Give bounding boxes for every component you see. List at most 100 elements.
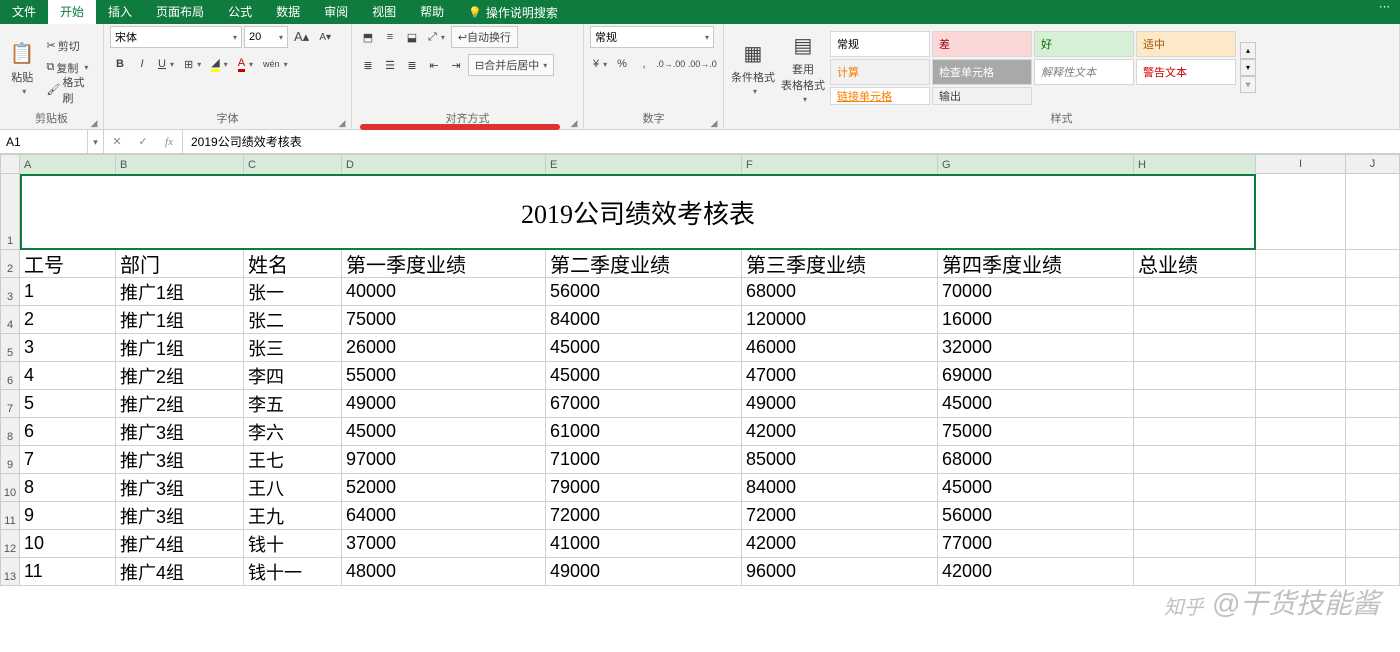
cell[interactable]: 11 [20, 558, 116, 586]
cell[interactable]: 42000 [742, 530, 938, 558]
cell[interactable]: 52000 [342, 474, 546, 502]
cell[interactable]: 推广2组 [116, 390, 244, 418]
cell[interactable]: 61000 [546, 418, 742, 446]
cell[interactable] [1346, 502, 1400, 530]
cell[interactable]: 71000 [546, 446, 742, 474]
cell[interactable]: 2 [20, 306, 116, 334]
cell[interactable] [1346, 474, 1400, 502]
tab-view[interactable]: 视图 [360, 0, 408, 24]
cell[interactable]: 85000 [742, 446, 938, 474]
paste-button[interactable]: 📋 粘贴 ▾ [6, 39, 39, 96]
cell[interactable]: 26000 [342, 334, 546, 362]
row-header-11[interactable]: 11 [0, 502, 20, 530]
select-all-corner[interactable] [0, 154, 20, 174]
gallery-more-button[interactable]: ▿ [1240, 76, 1256, 93]
cell[interactable]: 40000 [342, 278, 546, 306]
cell[interactable] [1134, 306, 1256, 334]
cell[interactable]: 97000 [342, 446, 546, 474]
cell[interactable]: 49000 [742, 390, 938, 418]
cell[interactable] [1134, 390, 1256, 418]
tab-review[interactable]: 审阅 [312, 0, 360, 24]
cell[interactable] [1256, 390, 1346, 418]
cell[interactable]: 推广1组 [116, 306, 244, 334]
col-header-C[interactable]: C [244, 154, 342, 176]
fill-color-button[interactable]: ◢▾ [207, 54, 231, 74]
header-cell[interactable]: 第四季度业绩 [938, 250, 1134, 278]
row-header-12[interactable]: 12 [0, 530, 20, 558]
row-header-3[interactable]: 3 [0, 278, 20, 306]
cell[interactable] [1134, 334, 1256, 362]
cell[interactable]: 王八 [244, 474, 342, 502]
cell[interactable] [1346, 530, 1400, 558]
cell[interactable]: 1 [20, 278, 116, 306]
cell[interactable]: 77000 [938, 530, 1134, 558]
cell[interactable]: 李五 [244, 390, 342, 418]
col-header-F[interactable]: F [742, 154, 938, 176]
increase-indent-button[interactable]: ⇥ [446, 55, 466, 75]
cell[interactable]: 10 [20, 530, 116, 558]
cell[interactable]: 推广3组 [116, 418, 244, 446]
cell[interactable]: 推广1组 [116, 278, 244, 306]
cell[interactable] [1256, 334, 1346, 362]
align-right-button[interactable]: ≣ [402, 55, 422, 75]
font-name-select[interactable]: 宋体▾ [110, 26, 242, 48]
cell[interactable] [1346, 278, 1400, 306]
cell-style-3[interactable]: 适中 [1136, 31, 1236, 57]
dialog-launcher-icon[interactable]: ◢ [708, 115, 720, 127]
cell[interactable]: 69000 [938, 362, 1134, 390]
cell[interactable]: 79000 [546, 474, 742, 502]
cell[interactable] [1346, 334, 1400, 362]
cell[interactable] [1134, 502, 1256, 530]
cell[interactable]: 5 [20, 390, 116, 418]
cell[interactable]: 55000 [342, 362, 546, 390]
col-header-H[interactable]: H [1134, 154, 1256, 176]
confirm-entry-button[interactable]: ✓ [130, 130, 156, 154]
cell-style-5[interactable]: 检查单元格 [932, 59, 1032, 85]
cell[interactable]: 推广2组 [116, 362, 244, 390]
cancel-entry-button[interactable]: ✕ [104, 130, 130, 154]
cell[interactable]: 钱十 [244, 530, 342, 558]
align-middle-button[interactable]: ≡ [380, 27, 400, 47]
gallery-down-button[interactable]: ▾ [1240, 59, 1256, 76]
dialog-launcher-icon[interactable]: ◢ [568, 115, 580, 127]
cell[interactable] [1134, 362, 1256, 390]
header-cell[interactable]: 总业绩 [1134, 250, 1256, 278]
cell[interactable]: 45000 [938, 474, 1134, 502]
cell[interactable]: 46000 [742, 334, 938, 362]
cell-style-6[interactable]: 解释性文本 [1034, 59, 1134, 85]
cell[interactable] [1134, 278, 1256, 306]
tab-file[interactable]: 文件 [0, 0, 48, 24]
cell[interactable]: 王七 [244, 446, 342, 474]
cell[interactable]: 120000 [742, 306, 938, 334]
header-cell[interactable] [1346, 250, 1400, 278]
cell[interactable]: 49000 [342, 390, 546, 418]
underline-button[interactable]: U▾ [154, 54, 178, 74]
cell[interactable]: 64000 [342, 502, 546, 530]
row-header-9[interactable]: 9 [0, 446, 20, 474]
align-bottom-button[interactable]: ⬓ [402, 27, 422, 47]
cell[interactable]: 45000 [546, 334, 742, 362]
header-cell[interactable] [1256, 250, 1346, 278]
cell[interactable]: 48000 [342, 558, 546, 586]
cell[interactable]: 84000 [742, 474, 938, 502]
orientation-button[interactable]: ⤢▾ [424, 27, 449, 47]
wrap-text-button[interactable]: ↩自动换行 [451, 26, 518, 48]
cell-style-8[interactable]: 链接单元格 [830, 87, 930, 105]
decrease-indent-button[interactable]: ⇤ [424, 55, 444, 75]
cell[interactable] [1346, 306, 1400, 334]
col-header-J[interactable]: J [1346, 154, 1400, 174]
cell[interactable]: 张二 [244, 306, 342, 334]
cell[interactable] [1134, 530, 1256, 558]
cell-style-9[interactable]: 输出 [932, 87, 1032, 105]
cell[interactable]: 37000 [342, 530, 546, 558]
cell[interactable]: 72000 [742, 502, 938, 530]
cell[interactable]: 84000 [546, 306, 742, 334]
cell[interactable] [1256, 474, 1346, 502]
cell-style-1[interactable]: 差 [932, 31, 1032, 57]
cell[interactable]: 41000 [546, 530, 742, 558]
cell[interactable]: 推广3组 [116, 474, 244, 502]
cell-style-0[interactable]: 常规 [830, 31, 930, 57]
col-header-B[interactable]: B [116, 154, 244, 176]
cell[interactable]: 42000 [742, 418, 938, 446]
align-left-button[interactable]: ≣ [358, 55, 378, 75]
